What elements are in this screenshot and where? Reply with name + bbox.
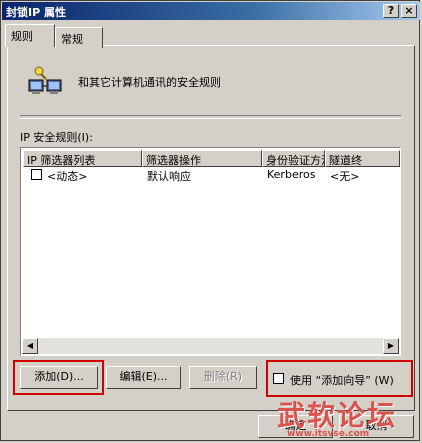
properties-dialog: 封锁IP 属性 ? × 规则 常规 和其它计算机通讯的安全规则 IP 安全规则(… xyxy=(0,0,420,441)
table-cell: 默认响应 xyxy=(147,170,191,183)
rule-checkbox[interactable] xyxy=(31,169,42,180)
tab-general-label: 常规 xyxy=(61,33,83,46)
remove-button[interactable]: 删除(R) xyxy=(189,366,257,389)
watermark-brand: 武软论坛 xyxy=(277,399,398,432)
scroll-left-icon[interactable]: ◀ xyxy=(22,338,38,354)
column-header-filter-action[interactable]: 筛选器操作 xyxy=(142,150,262,167)
window-title: 封锁IP 属性 xyxy=(6,6,66,19)
watermark-url: www.itsvse.com xyxy=(287,429,370,439)
rules-list[interactable]: IP 筛选器列表 筛选器操作 身份验证方法 隧道终 <动态> 默认响应 Kerb… xyxy=(20,147,401,356)
remove-button-label: 删除(R) xyxy=(203,370,243,383)
tab-rules[interactable]: 规则 xyxy=(5,24,55,47)
divider xyxy=(20,115,401,119)
help-button[interactable]: ? xyxy=(383,4,399,18)
table-cell: <无> xyxy=(330,170,360,183)
highlight-box-wizard xyxy=(266,360,413,397)
close-button[interactable]: × xyxy=(401,4,417,18)
title-bar: 封锁IP 属性 ? × xyxy=(2,2,420,20)
highlight-box-add xyxy=(13,360,104,395)
column-header-tunnel[interactable]: 隧道终 xyxy=(325,150,400,167)
column-header-auth-method[interactable]: 身份验证方法 xyxy=(262,150,325,167)
table-cell: <动态> xyxy=(47,170,88,183)
table-cell: Kerberos xyxy=(267,168,316,181)
horizontal-scrollbar[interactable]: ◀ ▶ xyxy=(22,338,399,354)
edit-button[interactable]: 编辑(E)... xyxy=(106,366,181,389)
tab-general[interactable]: 常规 xyxy=(55,27,103,48)
scroll-right-icon[interactable]: ▶ xyxy=(383,338,399,354)
column-header-filter-list[interactable]: IP 筛选器列表 xyxy=(23,150,142,167)
edit-button-label: 编辑(E)... xyxy=(119,370,168,383)
network-computers-icon xyxy=(28,66,62,94)
description-text: 和其它计算机通讯的安全规则 xyxy=(78,76,221,89)
tab-rules-label: 规则 xyxy=(11,30,33,43)
rules-label: IP 安全规则(I): xyxy=(20,131,93,144)
